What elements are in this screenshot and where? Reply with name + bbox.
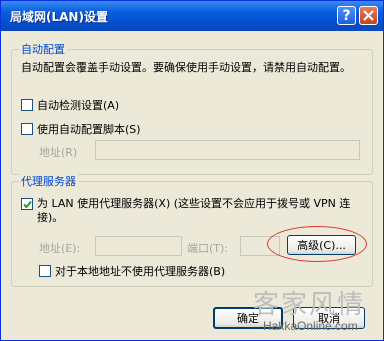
bypass-local-label: 对于本地地址不使用代理服务器(B) [55,265,226,278]
watermark-calligraphy: 客家风情 [253,290,366,320]
question-icon: ? [342,7,351,24]
auto-config-description: 自动配置会覆盖手动设置。要确保使用手动设置，请禁用自动配置。 [21,61,351,74]
proxy-port-label: 端口(T): [187,242,229,255]
window-title: 局域网(LAN)设置 [10,10,108,24]
use-proxy-option[interactable]: 为 LAN 使用代理服务器(X) (这些设置不会应用于拨号或 VPN 连接)。 [21,197,355,225]
bypass-local-checkbox[interactable] [39,265,51,277]
proxy-group-label: 代理服务器 [19,173,78,189]
lan-settings-dialog: 局域网(LAN)设置 ? 自动配置 自动配置会覆盖手动设置。要确保使用手动设置，… [0,0,384,341]
use-script-label: 使用自动配置脚本(S) [37,123,141,136]
help-button[interactable]: ? [337,6,356,25]
highlight-circle [267,226,367,262]
auto-detect-label: 自动检测设置(A) [37,99,120,112]
watermark-site: HakkaOnline.com [263,319,358,333]
use-proxy-label: 为 LAN 使用代理服务器(X) (这些设置不会应用于拨号或 VPN 连接)。 [37,197,351,224]
auto-detect-option[interactable]: 自动检测设置(A) [21,97,119,113]
script-address-input[interactable] [95,140,360,160]
auto-detect-checkbox[interactable] [21,99,33,111]
use-script-option[interactable]: 使用自动配置脚本(S) [21,121,141,137]
use-proxy-checkbox[interactable] [21,198,33,210]
title-bar: 局域网(LAN)设置 ? [1,1,383,31]
script-address-label: 地址(R) [39,146,78,159]
close-button[interactable] [359,6,378,25]
bypass-local-option[interactable]: 对于本地地址不使用代理服务器(B) [39,263,225,279]
checkmark-icon [23,200,32,209]
use-script-checkbox[interactable] [21,123,33,135]
proxy-address-input[interactable] [95,236,182,256]
proxy-address-label: 地址(E): [39,242,81,255]
close-icon [363,10,374,21]
auto-config-group-label: 自动配置 [19,41,67,57]
